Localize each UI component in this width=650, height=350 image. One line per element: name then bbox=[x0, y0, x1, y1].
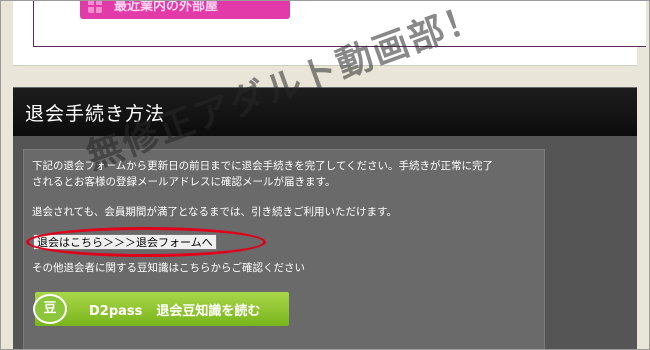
bean-icon: 豆 bbox=[33, 294, 67, 324]
pink-button-label: 最近業内の外部屋 bbox=[114, 0, 219, 14]
instructions-line-2: されるとお客様の登録メールアドレスに確認メールが届きます。 bbox=[32, 176, 336, 188]
trivia-button-text: D2pass 退会豆知識を読む bbox=[89, 300, 260, 319]
top-content-card: 最近業内の外部屋 bbox=[13, 1, 646, 66]
highlight-circle bbox=[26, 227, 266, 257]
section-body: 下記の退会フォームから更新日の前日までに退会手続きを完了してください。手続きが正… bbox=[23, 149, 545, 349]
d2pass-brand: D2pass bbox=[89, 304, 143, 319]
page-frame: 最近業内の外部屋 退会手続き方法 下記の退会フォームから更新日の前日までに退会手… bbox=[0, 0, 650, 350]
trivia-note: その他退会者に関する豆知識はこちらからご確認ください bbox=[32, 262, 305, 274]
grid-icon bbox=[88, 1, 102, 13]
top-inner-panel: 最近業内の外部屋 bbox=[33, 1, 646, 47]
membership-note: 退会されても、会員期間が満了となるまでは、引き続きご利用いただけます。 bbox=[32, 206, 397, 218]
section-title: 退会手続き方法 bbox=[25, 103, 166, 125]
section-header: 退会手続き方法 bbox=[13, 87, 637, 136]
read-trivia-button[interactable]: 豆 D2pass 退会豆知識を読む bbox=[33, 292, 289, 326]
pink-category-button[interactable]: 最近業内の外部屋 bbox=[80, 1, 290, 19]
trivia-button-label: 退会豆知識を読む bbox=[156, 304, 261, 319]
instructions-line-1: 下記の退会フォームから更新日の前日までに退会手続きを完了してください。手続きが正… bbox=[32, 160, 494, 172]
cancellation-section: 退会手続き方法 下記の退会フォームから更新日の前日までに退会手続きを完了してくだ… bbox=[13, 87, 637, 349]
